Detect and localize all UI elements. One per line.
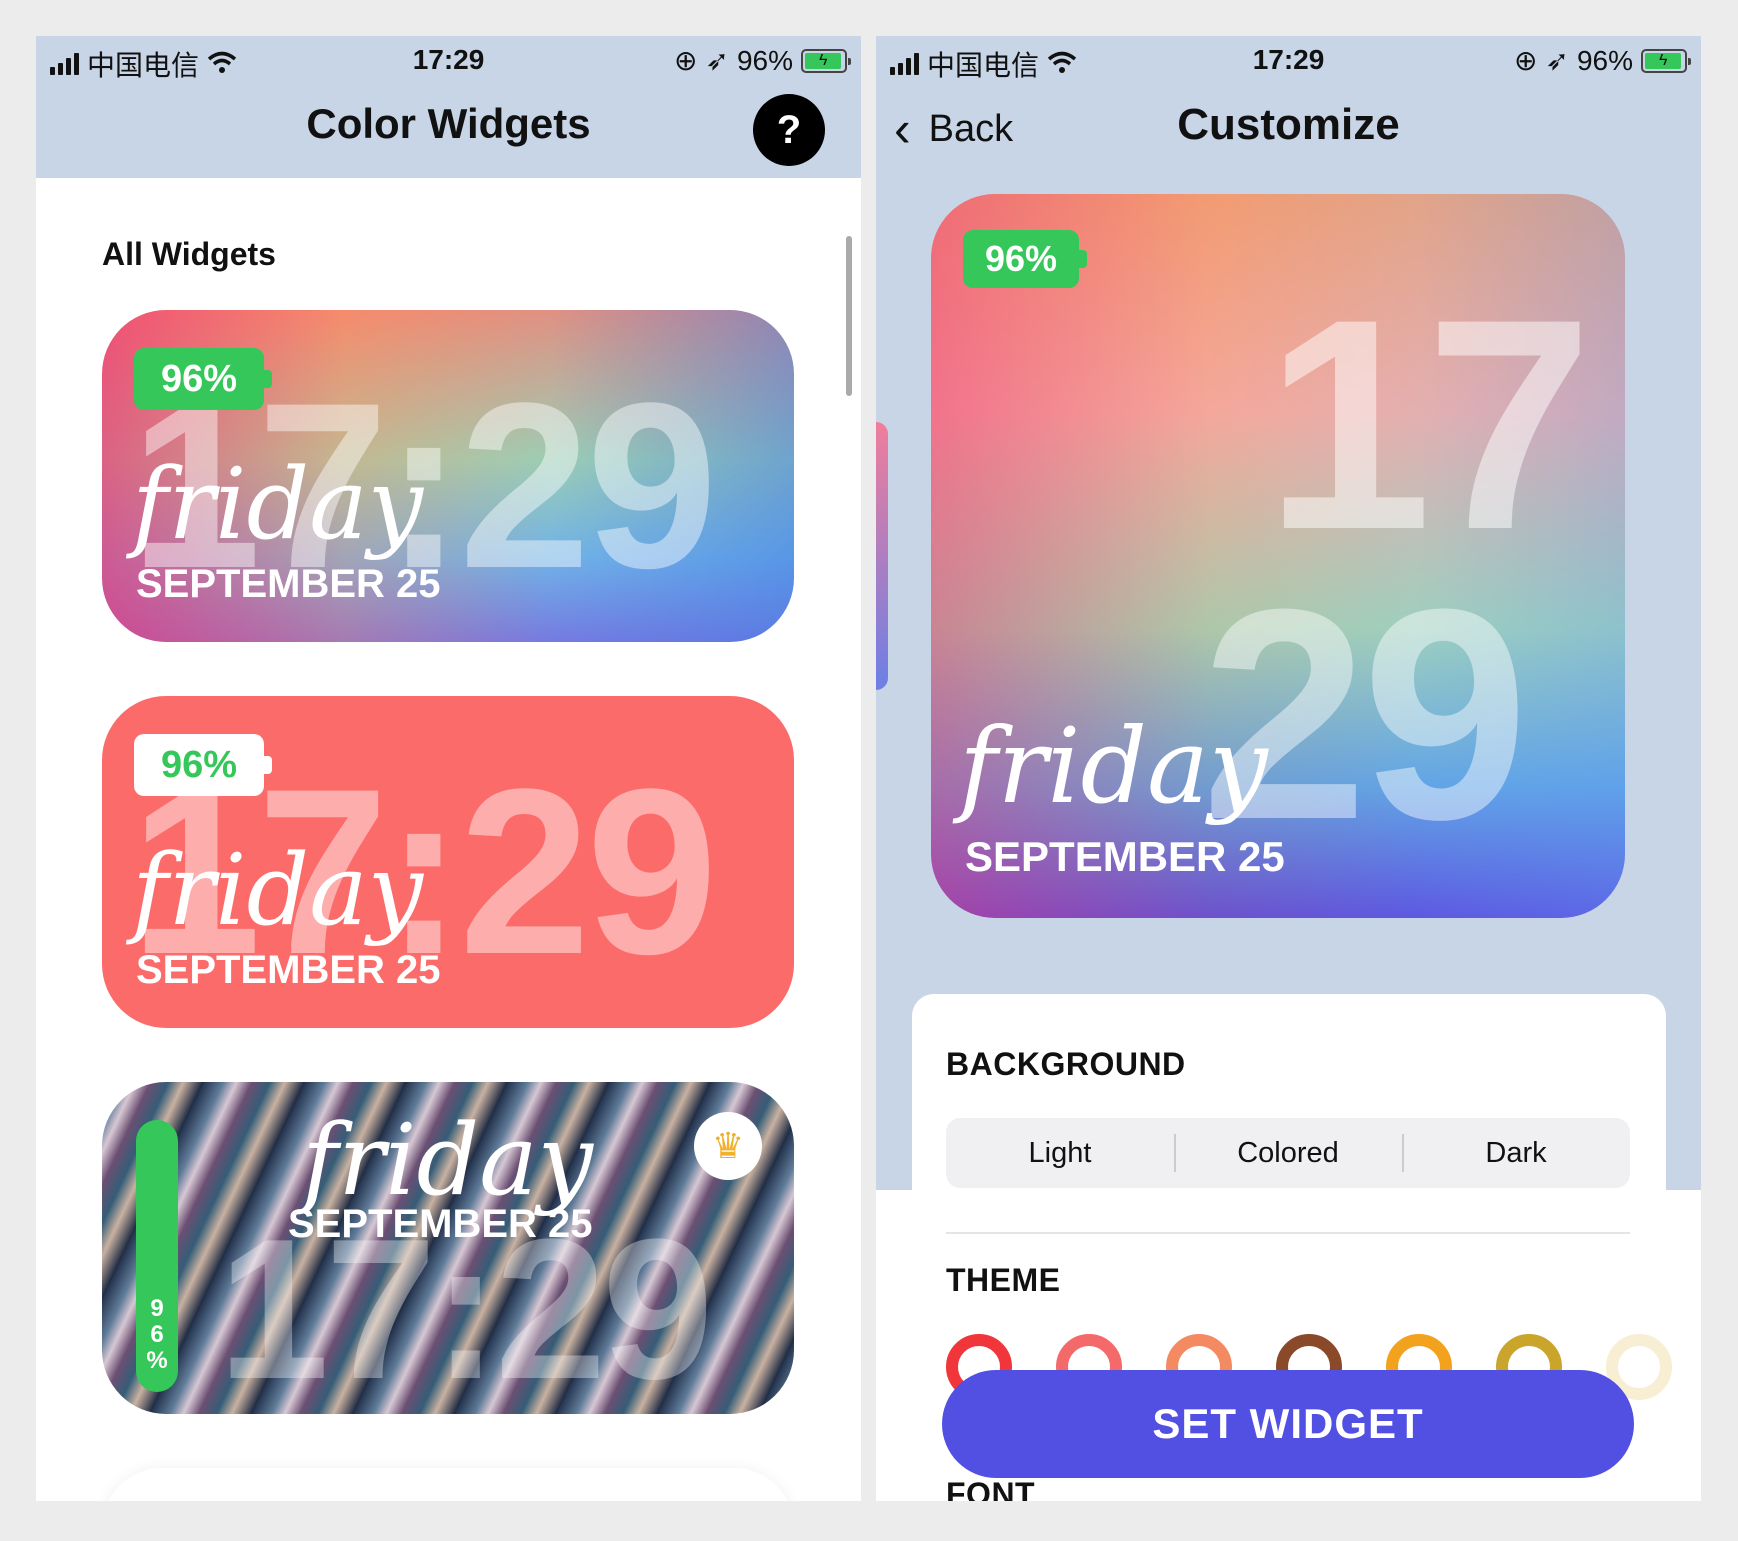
- widget-card-coral[interactable]: 17:29 96% friday SEPTEMBER 25: [102, 696, 794, 1028]
- page-title: Color Widgets: [306, 100, 591, 147]
- widget-date: SEPTEMBER 25: [136, 948, 441, 992]
- theme-section-label: THEME: [946, 1262, 1061, 1298]
- widget-day: friday: [959, 705, 1268, 827]
- widget-date: SEPTEMBER 25: [136, 562, 441, 606]
- font-section-label: FONT: [946, 1476, 1036, 1501]
- customize-screen: 中国电信 17:29 ⊕ ➶ 96% ϟ ‹ Back Customize 17…: [876, 36, 1701, 1501]
- status-bar: 中国电信 17:29 ⊕ ➶ 96% ϟ: [36, 36, 861, 86]
- previous-widget-peek[interactable]: [876, 422, 888, 690]
- nav-header: 中国电信 17:29 ⊕ ➶ 96% ϟ Color Widgets ?: [36, 36, 861, 178]
- widget-card-gradient[interactable]: 17:29 96% friday SEPTEMBER 25: [102, 310, 794, 642]
- battery-percent: 96%: [736, 44, 793, 76]
- battery-bar: 9 6 %: [136, 1120, 178, 1392]
- background-segmented-control: Light Colored Dark: [946, 1118, 1630, 1188]
- battery-percent: 96%: [1576, 44, 1633, 76]
- widget-date: SEPTEMBER 25: [288, 1202, 593, 1246]
- page-title: Customize: [1177, 100, 1400, 149]
- widget-day: friday: [132, 448, 423, 562]
- divider: [946, 1232, 1630, 1234]
- widget-hour: 17: [1265, 256, 1593, 592]
- orientation-lock-icon: ⊕: [1514, 45, 1538, 76]
- widget-card-holographic[interactable]: 17:29 9 6 % friday SEPTEMBER 25 ♛: [102, 1082, 794, 1414]
- battery-icon: ϟ: [801, 48, 851, 73]
- set-widget-button[interactable]: SET WIDGET: [942, 1370, 1634, 1478]
- scrollbar[interactable]: [846, 236, 852, 396]
- premium-crown-icon: ♛: [694, 1112, 762, 1180]
- help-button[interactable]: ?: [753, 94, 825, 166]
- battery-badge: 96%: [134, 348, 272, 410]
- background-section-label: BACKGROUND: [946, 1046, 1186, 1082]
- background-option-dark[interactable]: Dark: [1402, 1118, 1630, 1188]
- widget-preview: 17 29 96% friday SEPTEMBER 25: [931, 194, 1625, 918]
- battery-icon: ϟ: [1641, 48, 1691, 73]
- battery-badge: 9 6 %: [146, 1295, 168, 1374]
- background-option-light[interactable]: Light: [946, 1118, 1174, 1188]
- widget-day: friday: [132, 834, 423, 948]
- background-option-colored[interactable]: Colored: [1174, 1118, 1402, 1188]
- color-widgets-screen: 中国电信 17:29 ⊕ ➶ 96% ϟ Color Widgets ? All…: [36, 36, 861, 1501]
- section-title: All Widgets: [102, 236, 276, 272]
- battery-badge: 96%: [134, 734, 272, 796]
- widget-day: friday: [302, 1104, 593, 1218]
- location-icon: ➶: [705, 45, 729, 76]
- status-bar: 中国电信 17:29 ⊕ ➶ 96% ϟ: [876, 36, 1701, 86]
- battery-badge: 96%: [963, 230, 1087, 288]
- widget-date: SEPTEMBER 25: [965, 833, 1285, 880]
- widget-card-partial[interactable]: [102, 1468, 794, 1501]
- location-icon: ➶: [1545, 45, 1569, 76]
- orientation-lock-icon: ⊕: [674, 45, 698, 76]
